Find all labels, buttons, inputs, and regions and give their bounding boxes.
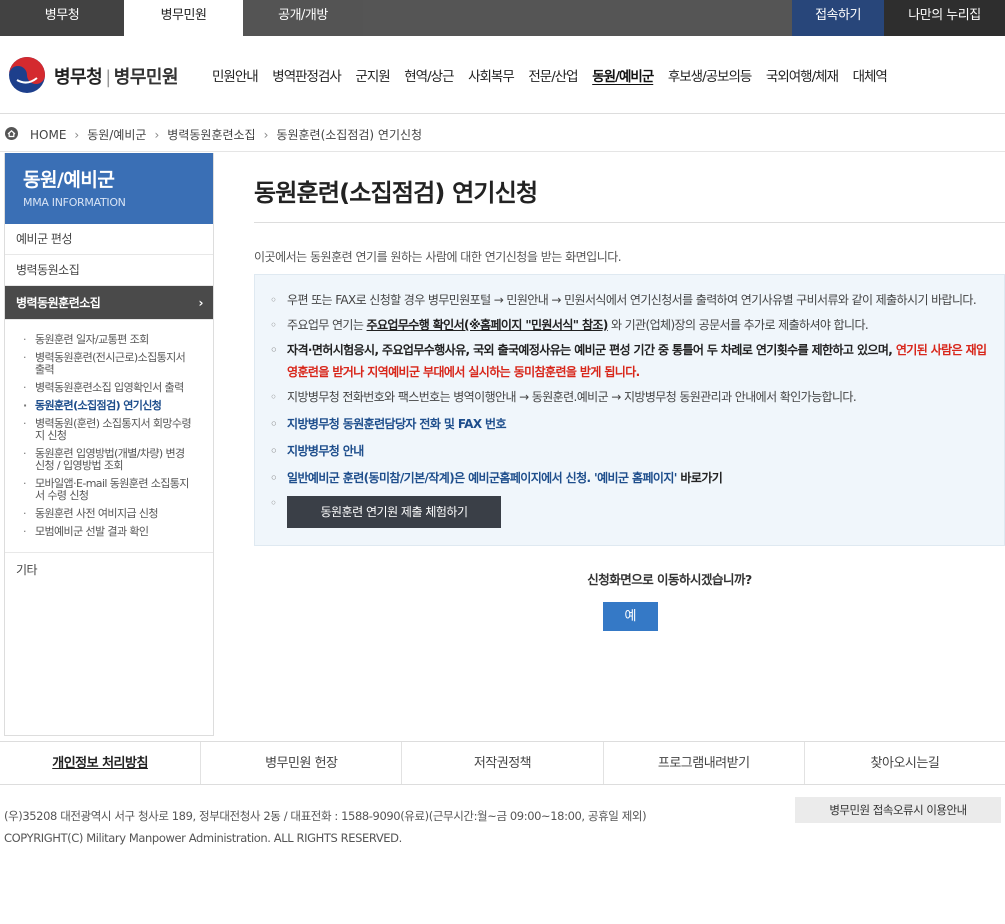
chevron-right-icon: › [198, 296, 204, 310]
nav-overseas-travel[interactable]: 국외여행/체재 [766, 65, 839, 85]
sidebar-submenu: 동원훈련 일자/교통편 조회 병력동원훈련(전시근로)소집통지서 출력 병력동원… [5, 320, 213, 553]
breadcrumb: HOME › 동원/예비군 › 병력동원훈련소집 › 동원훈련(소집점검) 연기신청 [0, 115, 1005, 152]
submenu-training-schedule[interactable]: 동원훈련 일자/교통편 조회 [5, 334, 213, 347]
my-page-button[interactable]: 나만의 누리집 [884, 0, 1005, 36]
regional-contact-link[interactable]: 지방병무청 동원훈련담당자 전화 및 FAX 번호 [269, 413, 994, 435]
chevron-right-icon: › [263, 128, 269, 142]
submenu-notice-receipt-location[interactable]: 병력동원(훈련) 소집통지서 회망수령지 신청 [5, 418, 213, 442]
intro-text: 이곳에서는 동원훈련 연기를 원하는 사람에 대한 연기신청을 받는 화면입니다… [254, 250, 622, 264]
notice-box: 우편 또는 FAX로 신청할 경우 병무민원포털 → 민원안내 → 민원서식에서… [254, 274, 1005, 546]
nav-active-duty[interactable]: 현역/상근 [404, 65, 454, 85]
footer-directions[interactable]: 찾아오시는길 [805, 742, 1005, 784]
notice-item-mail-fax: 우편 또는 FAX로 신청할 경우 병무민원포털 → 민원안내 → 민원서식에서… [269, 289, 994, 311]
site-header: 병무청 | 병무민원 민원안내 병역판정검사 군지원 현역/상근 사회복무 전문/산… [0, 36, 1005, 114]
sidebar-subtitle: MMA INFORMATION [23, 196, 126, 209]
submenu-postponement-request[interactable]: 동원훈련(소집점검) 연기신청 [5, 400, 213, 413]
tab-civil-service[interactable]: 병무민원 [124, 0, 243, 36]
logo-main: 병무청 [54, 67, 103, 88]
footer-program-download[interactable]: 프로그램내려받기 [604, 742, 805, 784]
yes-button[interactable]: 예 [603, 602, 658, 631]
home-icon[interactable] [5, 127, 18, 140]
breadcrumb-mobilization[interactable]: 동원/예비군 [87, 128, 146, 142]
nav-alternative-service[interactable]: 대체역 [853, 65, 888, 85]
top-utility-bar: 병무청 병무민원 공개/개방 접속하기 나만의 누리집 [0, 0, 1005, 36]
confirm-question: 신청화면으로 이동하시겠습니까? [587, 572, 752, 587]
notice-item-main-duty: 주요업무 연기는 주요업무수행 확인서(※홈페이지 "민원서식" 참조) 와 기… [269, 314, 994, 336]
page-title: 동원훈련(소집점검) 연기신청 [254, 153, 1005, 223]
breadcrumb-training[interactable]: 병력동원훈련소집 [167, 128, 255, 142]
nav-military-apply[interactable]: 군지원 [355, 65, 390, 85]
footer-charter[interactable]: 병무민원 헌장 [201, 742, 403, 784]
footer-privacy-policy[interactable]: 개인정보 처리방침 [0, 742, 202, 784]
sidebar-title: 동원/예비군 [23, 169, 115, 191]
address-text: (우)35208 대전광역시 서구 청사로 189, 정부대전청사 2동 / 대… [4, 809, 647, 823]
submenu-entry-method-change[interactable]: 동원훈련 입영방법(개별/차량) 변경 신청 / 입영방법 조회 [5, 448, 213, 472]
breadcrumb-home[interactable]: HOME [30, 128, 66, 142]
reserve-homepage-link[interactable]: 일반예비군 훈련(동미참/기본/작계)은 예비군홈페이지에서 신청. '예비군 … [269, 467, 994, 489]
submenu-notice-print[interactable]: 병력동원훈련(전시근로)소집통지서 출력 [5, 352, 213, 376]
chevron-right-icon: › [74, 128, 80, 142]
sidebar-item-reserve-organization[interactable]: 예비군 편성 [5, 224, 213, 255]
nav-professional-industry[interactable]: 전문/산업 [528, 65, 578, 85]
breadcrumb-current: 동원훈련(소집점검) 연기신청 [276, 128, 423, 142]
nav-draft-exam[interactable]: 병역판정검사 [272, 65, 342, 85]
mma-logo-icon[interactable] [8, 56, 46, 94]
copyright-text: COPYRIGHT(C) Military Manpower Administr… [4, 831, 402, 845]
regional-office-link[interactable]: 지방병무청 안내 [269, 440, 994, 462]
site-logo-text[interactable]: 병무청 | 병무민원 [54, 63, 179, 89]
duty-confirmation-link[interactable]: 주요업무수행 확인서(※홈페이지 "민원서식" 참조) [367, 318, 609, 332]
submenu-mobile-email-notice[interactable]: 모바일앱·E-mail 동원훈련 소집통지서 수령 신청 [5, 478, 213, 502]
submenu-entry-confirmation[interactable]: 병력동원훈련소집 입영확인서 출력 [5, 382, 213, 395]
footer-address: (우)35208 대전광역시 서구 청사로 189, 정부대전청사 2동 / 대… [4, 805, 647, 849]
main-content: 동원훈련(소집점검) 연기신청 이곳에서는 동원훈련 연기를 원하는 사람에 대… [254, 153, 1005, 631]
nav-mobilization-reserve[interactable]: 동원/예비군 [592, 65, 654, 85]
try-postponement-button[interactable]: 동원훈련 연기원 제출 체험하기 [287, 496, 501, 528]
nav-social-service[interactable]: 사회복무 [468, 65, 515, 85]
notice-item-limit: 자격·면허시험응시, 주요업무수행사유, 국외 출국예정사유는 예비군 편성 기… [269, 339, 994, 383]
sidebar-item-etc[interactable]: 기타 [5, 555, 213, 586]
tab-open-disclosure[interactable]: 공개/개방 [243, 0, 363, 36]
notice-item-try: 동원훈련 연기원 제출 체험하기 [269, 492, 994, 528]
login-button[interactable]: 접속하기 [792, 0, 884, 36]
sidebar-header: 동원/예비군 MMA INFORMATION [5, 153, 213, 224]
footer-navigation: 개인정보 처리방침 병무민원 헌장 저작권정책 프로그램내려받기 찾아오시는길 [0, 741, 1005, 785]
sidebar-item-mobilization-call[interactable]: 병력동원소집 [5, 255, 213, 286]
sidebar-item-mobilization-training[interactable]: 병력동원훈련소집 › [5, 286, 213, 320]
error-guide-button[interactable]: 병무민원 접속오류시 이용안내 [795, 797, 1001, 823]
nav-candidates[interactable]: 후보생/공보의등 [668, 65, 752, 85]
sidebar-item-label: 병력동원훈련소집 [16, 296, 101, 310]
chevron-right-icon: › [154, 128, 160, 142]
footer-copyright-policy[interactable]: 저작권정책 [402, 742, 604, 784]
submenu-model-reservist[interactable]: 모범예비군 선발 결과 확인 [5, 526, 213, 539]
main-navigation: 민원안내 병역판정검사 군지원 현역/상근 사회복무 전문/산업 동원/예비군 … [212, 65, 896, 85]
tab-mma[interactable]: 병무청 [0, 0, 124, 36]
left-sidebar: 동원/예비군 MMA INFORMATION 예비군 편성 병력동원소집 병력동… [4, 153, 214, 736]
notice-item-contact: 지방병무청 전화번호와 팩스번호는 병역이행안내 → 동원훈련.예비군 → 지방… [269, 386, 994, 408]
nav-civil-guide[interactable]: 민원안내 [212, 65, 259, 85]
submenu-travel-expense[interactable]: 동원훈련 사전 여비지급 신청 [5, 508, 213, 521]
logo-sub: 병무민원 [113, 67, 179, 88]
